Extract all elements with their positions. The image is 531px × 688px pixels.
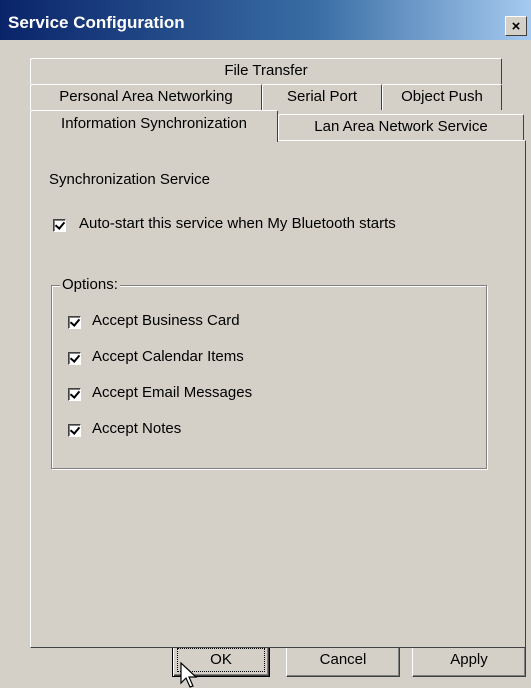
accept-notes-checkbox[interactable] — [68, 424, 81, 437]
dialog-body: File Transfer Personal Area Networking S… — [0, 40, 531, 688]
tab-label: Lan Area Network Service — [314, 118, 488, 135]
autostart-label: Auto-start this service when My Bluetoot… — [79, 215, 396, 232]
apply-button[interactable]: Apply — [412, 643, 526, 677]
accept-business-card-label: Accept Business Card — [92, 312, 240, 329]
autostart-checkbox[interactable] — [53, 219, 66, 232]
mouse-pointer-icon — [180, 662, 198, 688]
tab-label: Object Push — [401, 88, 483, 105]
cancel-label: Cancel — [319, 651, 367, 668]
accept-calendar-items-checkbox[interactable] — [68, 352, 81, 365]
close-icon: × — [511, 18, 521, 35]
tab-lan-area-network-service[interactable]: Lan Area Network Service — [278, 114, 524, 140]
tab-object-push[interactable]: Object Push — [382, 84, 502, 110]
title-bar: Service Configuration × — [0, 0, 531, 40]
cancel-button[interactable]: Cancel — [286, 643, 400, 677]
accept-notes-label: Accept Notes — [92, 420, 182, 437]
tab-label: Information Synchronization — [61, 115, 247, 132]
tab-panel: Synchronization Service Auto-start this … — [30, 140, 526, 648]
tab-label: Serial Port — [286, 88, 358, 105]
tab-label: File Transfer — [224, 62, 308, 79]
tab-file-transfer[interactable]: File Transfer — [30, 58, 502, 84]
ok-label: OK — [210, 651, 232, 668]
options-groupbox: Options: Accept Business Card Accept Cal… — [51, 276, 487, 469]
tab-serial-port[interactable]: Serial Port — [262, 84, 382, 110]
accept-business-card-checkbox[interactable] — [68, 316, 81, 329]
close-button[interactable]: × — [505, 16, 527, 36]
accept-calendar-items-label: Accept Calendar Items — [92, 348, 244, 365]
tab-label: Personal Area Networking — [59, 88, 233, 105]
service-heading: Synchronization Service — [49, 171, 210, 188]
tab-personal-area-networking[interactable]: Personal Area Networking — [30, 84, 262, 110]
accept-email-messages-label: Accept Email Messages — [92, 384, 253, 401]
apply-label: Apply — [450, 651, 488, 668]
options-title: Options: — [60, 276, 120, 294]
tab-information-synchronization[interactable]: Information Synchronization — [30, 110, 278, 142]
window-title: Service Configuration — [8, 13, 185, 32]
accept-email-messages-checkbox[interactable] — [68, 388, 81, 401]
